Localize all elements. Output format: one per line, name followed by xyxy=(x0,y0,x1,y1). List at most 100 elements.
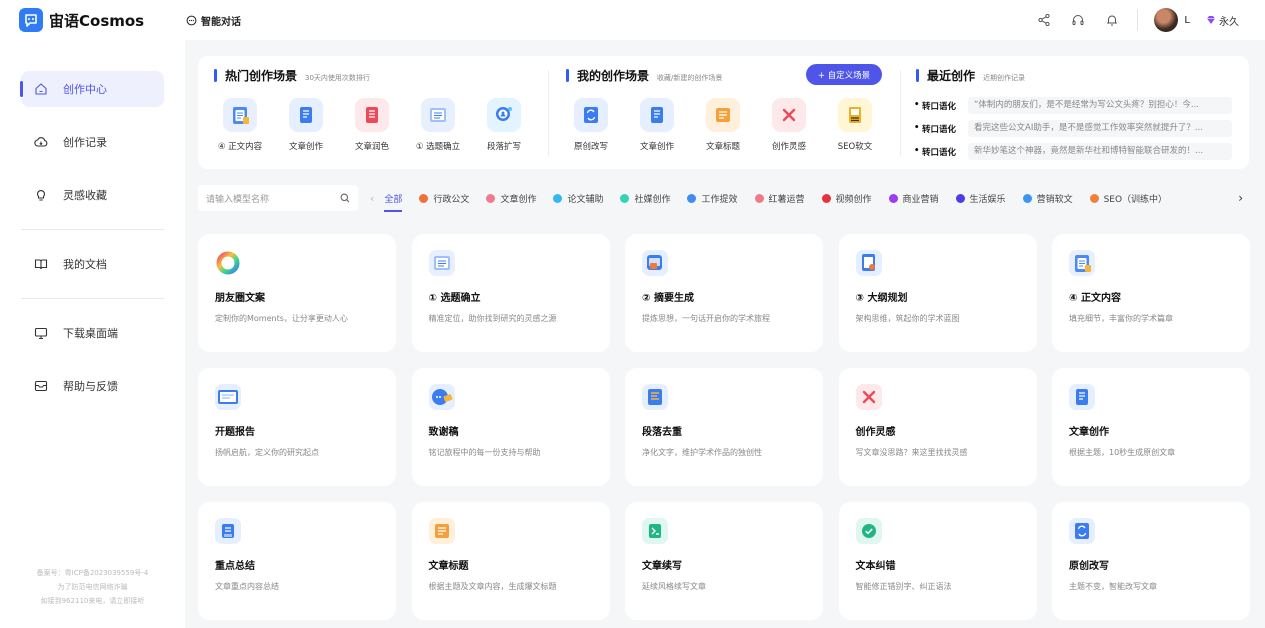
hot-scene-item[interactable]: 文章创作 xyxy=(276,98,336,152)
checklist-icon xyxy=(421,98,455,132)
category-tab[interactable]: 社媒创作 xyxy=(620,185,670,211)
card-title: ④ 正文内容 xyxy=(1069,293,1121,304)
scene-panel: 热门创作场景 30天内使用次数排行 ④ 正文内容 文章创作 文章润色 ① 选题确… xyxy=(198,56,1249,169)
vip-badge[interactable]: 永久 xyxy=(1206,13,1239,28)
recent-text: 新华妙笔这个神器，竟然是新华社和博特智能联合研发的！... xyxy=(968,143,1232,160)
summary-doc-icon xyxy=(215,518,241,544)
scene-label: 原创改写 xyxy=(573,142,608,152)
category-tab-label: 商业营销 xyxy=(902,194,939,205)
scene-card[interactable]: 重点总结 文章重点内容总结 xyxy=(198,502,396,620)
category-tab-label: 工作提效 xyxy=(701,194,738,205)
hot-scene-item[interactable]: 段落扩写 xyxy=(474,98,534,152)
scene-card[interactable]: 文章创作 根据主题，10秒生成原创文章 xyxy=(1052,368,1250,486)
scene-card[interactable]: 段落去重 净化文字，维护学术作品的独创性 xyxy=(625,368,823,486)
clipboard-icon xyxy=(223,98,257,132)
scene-card[interactable]: 文章标题根据主题及文章内容，生成爆文标题 xyxy=(411,502,610,620)
category-tab[interactable]: 营销软文 xyxy=(1022,185,1073,211)
scene-label: SEO软文 xyxy=(837,142,873,152)
scene-card[interactable]: ④ 正文内容填充细节，丰富你的学术篇章 xyxy=(1052,234,1250,352)
scene-card[interactable]: ② 摘要生成 提炼思想，一句话开启你的学术旅程 xyxy=(625,234,823,352)
category-tab[interactable]: 文章创作 xyxy=(486,185,536,211)
section-subtitle: 30天内使用次数排行 xyxy=(305,74,370,82)
sidebar-item-download[interactable]: 下载桌面端 xyxy=(21,315,164,351)
avatar xyxy=(1154,8,1179,32)
scene-card[interactable]: ① 选题确立 精准定位，助你找到研究的灵感之源 xyxy=(411,234,610,352)
book-icon xyxy=(33,256,49,272)
category-tab[interactable]: 红薯运营 xyxy=(754,185,805,211)
category-tab[interactable]: 工作提效 xyxy=(687,185,738,211)
scene-card[interactable]: 朋友圈文案 定制你的Moments，让分享更动人心 xyxy=(198,234,396,352)
share-icon[interactable] xyxy=(1035,11,1053,29)
card-description: 主题不变，智能改写文章 xyxy=(1069,582,1157,591)
category-tab[interactable]: 商业营销 xyxy=(888,185,939,211)
card-title: 开题报告 xyxy=(215,427,255,438)
scene-card[interactable]: 致谢稿 铭记旅程中的每一份支持与帮助 xyxy=(411,368,610,486)
scene-label: ④ 正文内容 xyxy=(217,142,263,152)
recent-item[interactable]: 转口语化 看完这些公文AI助手，是不是感觉工作效率突然就提升了？... xyxy=(914,120,1232,137)
tools-icon xyxy=(855,384,882,410)
my-scene-item[interactable]: 创作灵感 xyxy=(759,98,819,152)
summary-icon xyxy=(642,250,668,276)
category-tab[interactable]: 全部 xyxy=(384,185,403,212)
my-scene-item[interactable]: 原创改写 xyxy=(561,98,621,152)
card-title: 文本纠错 xyxy=(855,561,896,572)
divider xyxy=(21,229,164,230)
chat-mode[interactable]: 智能对话 xyxy=(186,13,241,28)
category-tab-label: 行政公文 xyxy=(433,194,470,205)
my-scene-item[interactable]: SEO软文 xyxy=(825,98,885,152)
divider xyxy=(548,70,549,156)
model-search[interactable]: 请输入模型名称 xyxy=(198,185,358,211)
divider xyxy=(1137,10,1139,30)
category-dot-icon xyxy=(1089,193,1099,203)
home-icon xyxy=(33,81,49,97)
custom-scene-button[interactable]: + 自定义场景 xyxy=(806,64,882,85)
hot-scene-item[interactable]: ① 选题确立 xyxy=(408,98,468,152)
card-description: 定制你的Moments，让分享更动人心 xyxy=(215,314,348,323)
hot-scene-item[interactable]: ④ 正文内容 xyxy=(210,98,270,152)
scene-card[interactable]: 文本纠错 智能修正错别字、纠正语法 xyxy=(838,502,1037,620)
search-input[interactable]: 请输入模型名称 xyxy=(206,192,269,205)
user-menu[interactable]: L xyxy=(1154,8,1190,32)
sidebar-item-inspiration[interactable]: 灵感收藏 xyxy=(21,177,164,213)
category-tab[interactable]: 视频创作 xyxy=(821,185,872,211)
my-scene-item[interactable]: 文章标题 xyxy=(693,98,753,152)
chevron-left-icon[interactable]: ‹ xyxy=(370,192,374,205)
brand[interactable]: 宙语Cosmos xyxy=(19,8,179,32)
sidebar-item-documents[interactable]: 我的文档 xyxy=(21,246,164,282)
recent-item[interactable]: 转口语化 “体制内的朋友们，是不是经常为写公文头疼？别担心！今... xyxy=(914,97,1232,114)
icp-record[interactable]: 备案号：粤ICP备2023039559号-4 xyxy=(0,567,185,579)
category-tab[interactable]: 行政公文 xyxy=(419,185,469,211)
card-title: 段落去重 xyxy=(642,427,682,438)
category-tab[interactable]: 论文辅助 xyxy=(553,185,603,211)
card-description: 根据主题及文章内容，生成爆文标题 xyxy=(428,582,557,591)
scene-card[interactable]: 创作灵感 写文章没思路？来这里找找灵感 xyxy=(838,368,1037,486)
category-tab[interactable]: SEO（训练中） xyxy=(1089,185,1167,211)
hot-scene-item[interactable]: 文章润色 xyxy=(342,98,402,152)
anti-fraud-notice: 为了防范电信网络诈骗 xyxy=(57,583,128,591)
sidebar-item-help[interactable]: 帮助与反馈 xyxy=(21,368,164,404)
card-description: 填充细节，丰富你的学术篇章 xyxy=(1069,314,1173,323)
category-tab-label: 营销软文 xyxy=(1036,194,1073,205)
category-tab-label: 论文辅助 xyxy=(567,194,604,205)
category-dot-icon xyxy=(553,193,563,203)
scene-card[interactable]: 开题报告 扬帆启航，定义你的研究起点 xyxy=(198,368,396,486)
card-title: 文章创作 xyxy=(1069,427,1109,438)
my-scene-item[interactable]: 文章创作 xyxy=(627,98,687,152)
scene-card[interactable]: 文章续写 延续风格续写文章 xyxy=(625,502,823,620)
sidebar-item-records[interactable]: 创作记录 xyxy=(21,124,164,160)
recent-item[interactable]: 转口语化 新华妙笔这个神器，竟然是新华社和博特智能联合研发的！... xyxy=(914,143,1232,160)
card-description: 文章重点内容总结 xyxy=(215,582,279,591)
sidebar-item-label: 创作中心 xyxy=(63,83,107,96)
card-title: 文章标题 xyxy=(428,561,469,572)
scene-card[interactable]: 原创改写 主题不变，智能改写文章 xyxy=(1052,502,1250,620)
sidebar-item-creation-center[interactable]: 创作中心 xyxy=(20,71,164,107)
bell-icon[interactable] xyxy=(1103,11,1121,29)
sidebar-item-label: 下载桌面端 xyxy=(63,327,118,340)
category-tab[interactable]: 生活娱乐 xyxy=(955,185,1006,211)
scene-label: 文章标题 xyxy=(705,142,740,152)
scene-card[interactable]: ③ 大纲规划 架构思维，筑起你的学术蓝图 xyxy=(838,234,1037,352)
category-dot-icon xyxy=(1022,193,1032,203)
headset-icon[interactable] xyxy=(1069,11,1087,29)
chevron-right-icon[interactable]: › xyxy=(1238,191,1243,205)
category-dot-icon xyxy=(620,193,630,203)
